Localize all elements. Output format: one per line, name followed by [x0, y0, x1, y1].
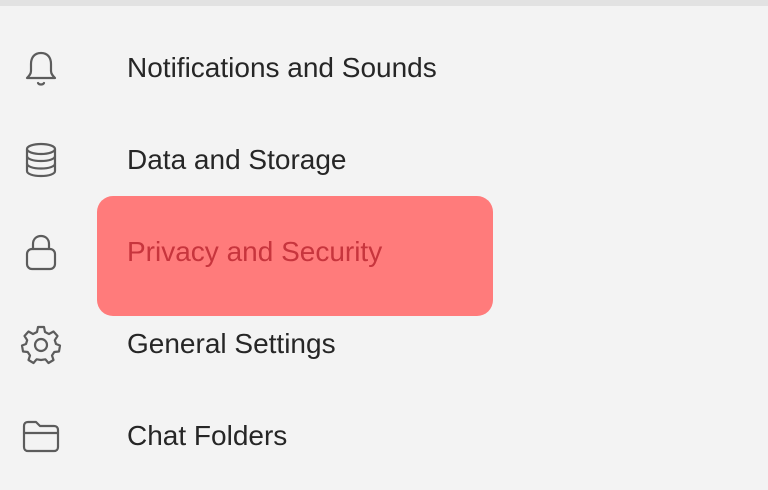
menu-item-data-and-storage[interactable]: Data and Storage — [0, 114, 768, 206]
settings-menu: Notifications and Sounds Data and Storag… — [0, 22, 768, 482]
menu-item-label: Data and Storage — [127, 144, 347, 175]
menu-item-notifications-and-sounds[interactable]: Notifications and Sounds — [0, 22, 768, 114]
menu-item-general-settings[interactable]: General Settings — [0, 298, 768, 390]
menu-item-privacy-and-security[interactable]: Privacy and Security — [0, 206, 768, 298]
menu-item-label: Chat Folders — [127, 420, 288, 451]
menu-item-label: Notifications and Sounds — [127, 52, 437, 83]
folder-icon — [18, 413, 64, 459]
lock-icon — [18, 229, 64, 275]
menu-item-label: Privacy and Security — [127, 236, 383, 267]
gear-icon — [18, 321, 64, 367]
menu-item-chat-folders[interactable]: Chat Folders — [0, 390, 768, 482]
menu-item-label: General Settings — [127, 328, 336, 359]
database-icon — [18, 137, 64, 183]
top-divider — [0, 0, 768, 6]
bell-icon — [18, 45, 64, 91]
